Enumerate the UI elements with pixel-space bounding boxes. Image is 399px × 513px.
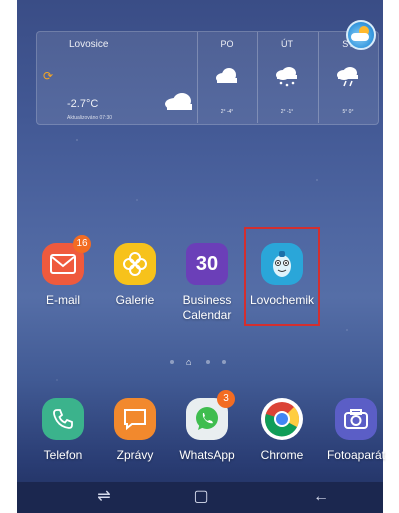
chrome-icon: [261, 398, 303, 440]
back-icon[interactable]: ←: [306, 486, 336, 508]
notification-badge: 16: [73, 235, 91, 253]
weather-temperature: -2.7°C: [67, 98, 99, 110]
mail-icon: 16: [42, 235, 91, 285]
app-business-calendar[interactable]: 30 Business Calendar: [172, 243, 242, 323]
weather-city: Lovosice: [69, 39, 109, 50]
app-label: WhatsApp: [179, 448, 235, 462]
notification-badge: 3: [217, 390, 235, 408]
home-page-icon: ⌂: [186, 357, 192, 367]
calendar-date: 30: [195, 252, 219, 275]
rain-cloud-icon: [337, 67, 358, 87]
page-dot: [170, 360, 174, 364]
app-camera[interactable]: Fotoaparát: [321, 398, 391, 463]
home-button-icon[interactable]: ▢: [186, 486, 216, 508]
calendar-icon: 30: [186, 243, 228, 285]
camera-icon: [335, 398, 377, 440]
weather-app-icon[interactable]: [346, 20, 376, 50]
forecast-day: PO: [220, 39, 234, 49]
app-label: Fotoaparát: [326, 448, 386, 462]
whatsapp-icon: 3: [186, 390, 235, 440]
weather-updated: Aktualizováno 07:30: [67, 115, 113, 121]
selection-highlight: [244, 227, 320, 326]
app-label: Telefon: [43, 448, 83, 462]
message-icon: [114, 398, 156, 440]
navigation-bar: ⇌ ▢ ←: [17, 482, 383, 513]
app-label: E-mail: [45, 293, 80, 307]
page-dot: [206, 360, 210, 364]
app-whatsapp[interactable]: 3 WhatsApp: [172, 390, 242, 463]
app-label: Zprávy: [116, 448, 154, 462]
cloud-icon: [216, 68, 237, 83]
page-indicator[interactable]: ⌂: [170, 357, 226, 367]
phone-icon: [42, 398, 84, 440]
divider: [197, 32, 198, 123]
snow-cloud-icon: [276, 67, 297, 87]
divider: [318, 32, 319, 123]
divider: [257, 32, 258, 123]
refresh-icon[interactable]: ⟳: [43, 69, 53, 83]
forecast-day: ÚT: [281, 39, 293, 49]
cloud-icon: [165, 93, 192, 110]
app-label: Business Calendar: [182, 293, 232, 322]
weather-widget[interactable]: Lovosice ⟳ -2.7°C Aktualizováno 07:30 PO…: [36, 31, 379, 125]
app-chrome[interactable]: Chrome: [247, 398, 317, 463]
flower-icon: [114, 243, 156, 285]
app-label: Galerie: [115, 293, 155, 307]
app-phone[interactable]: Telefon: [28, 398, 98, 463]
app-label: Chrome: [260, 448, 304, 462]
app-gallery[interactable]: Galerie: [100, 243, 170, 308]
recent-apps-icon[interactable]: ⇌: [89, 486, 119, 508]
forecast-range: 5° 0°: [342, 109, 354, 115]
app-email[interactable]: 16 E-mail: [28, 235, 98, 308]
forecast-range: 2° -4°: [220, 109, 234, 115]
page-dot: [222, 360, 226, 364]
app-messages[interactable]: Zprávy: [100, 398, 170, 463]
forecast-range: 2° -1°: [280, 109, 294, 115]
